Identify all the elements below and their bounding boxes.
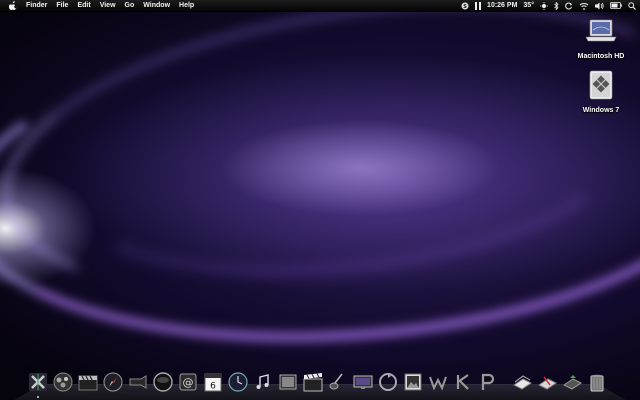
app-w-icon[interactable]	[426, 370, 450, 394]
spotlight-search-icon[interactable]	[628, 1, 636, 10]
clapperboard-icon[interactable]	[76, 370, 100, 394]
downloads-stack-icon[interactable]	[560, 370, 584, 394]
time-machine-icon[interactable]	[226, 370, 250, 394]
documents-stack-icon[interactable]	[510, 370, 534, 394]
wallpaper	[0, 0, 640, 400]
menu-go[interactable]: Go	[125, 0, 135, 11]
ical-day-text: 6	[210, 382, 216, 392]
trash-icon[interactable]	[585, 370, 609, 394]
iphoto-icon[interactable]	[401, 370, 425, 394]
apple-menu-icon[interactable]	[9, 1, 17, 10]
weather-icon[interactable]	[540, 1, 548, 10]
bluetooth-icon[interactable]	[554, 1, 559, 10]
imovie-icon[interactable]	[301, 370, 325, 394]
guitar-icon[interactable]	[326, 370, 350, 394]
menu-help[interactable]: Help	[179, 0, 194, 11]
desktop-screen: Finder File Edit View Go Window Help S 1…	[0, 0, 640, 400]
menu-bar: Finder File Edit View Go Window Help S 1…	[0, 0, 640, 12]
finder-icon[interactable]	[26, 370, 50, 398]
menu-window[interactable]: Window	[143, 0, 170, 11]
windows-drive-icon	[571, 70, 631, 105]
sync-icon[interactable]	[565, 2, 573, 10]
dock: @ 6	[14, 372, 626, 400]
dock-items: @ 6	[26, 368, 609, 398]
photo-booth-icon[interactable]	[151, 370, 175, 394]
skype-status-icon[interactable]: S	[461, 2, 469, 10]
desktop-icon-label: Macintosh HD	[577, 53, 625, 60]
menu-clock[interactable]: 10:26 PM	[487, 2, 517, 9]
laptop-drive-icon	[571, 18, 631, 51]
volume-icon[interactable]	[595, 2, 604, 10]
mail-stamp-icon[interactable]	[126, 370, 150, 394]
safari-icon[interactable]	[101, 370, 125, 394]
recycle-icon[interactable]	[376, 370, 400, 394]
menu-file[interactable]: File	[56, 0, 68, 11]
desktop-icon-windows-7[interactable]: Windows 7	[571, 70, 631, 114]
desktop-icon-macintosh-hd[interactable]: Macintosh HD	[571, 18, 631, 60]
itunes-icon[interactable]	[251, 370, 275, 394]
menu-app-finder[interactable]: Finder	[26, 0, 47, 11]
app-k-icon[interactable]	[451, 370, 475, 394]
desktop-icon-label: Windows 7	[582, 107, 620, 114]
menu-view[interactable]: View	[100, 0, 116, 11]
pause-icon[interactable]	[475, 1, 482, 10]
svg-text:@: @	[183, 376, 194, 389]
address-book-icon[interactable]: @	[176, 370, 200, 394]
ical-icon[interactable]: 6	[201, 370, 225, 394]
menu-edit[interactable]: Edit	[77, 0, 90, 11]
battery-icon[interactable]	[610, 2, 622, 9]
menu-temperature[interactable]: 35°	[523, 2, 534, 9]
app-p-icon[interactable]	[476, 370, 500, 394]
dashboard-icon[interactable]	[51, 370, 75, 394]
preview-icon[interactable]	[276, 370, 300, 394]
running-indicator	[37, 396, 39, 398]
menu-extras: S 10:26 PM 35°	[461, 0, 636, 11]
applications-stack-icon[interactable]	[535, 370, 559, 394]
monitor-icon[interactable]	[351, 370, 375, 394]
wifi-icon[interactable]	[579, 2, 589, 10]
svg-text:S: S	[463, 4, 467, 10]
